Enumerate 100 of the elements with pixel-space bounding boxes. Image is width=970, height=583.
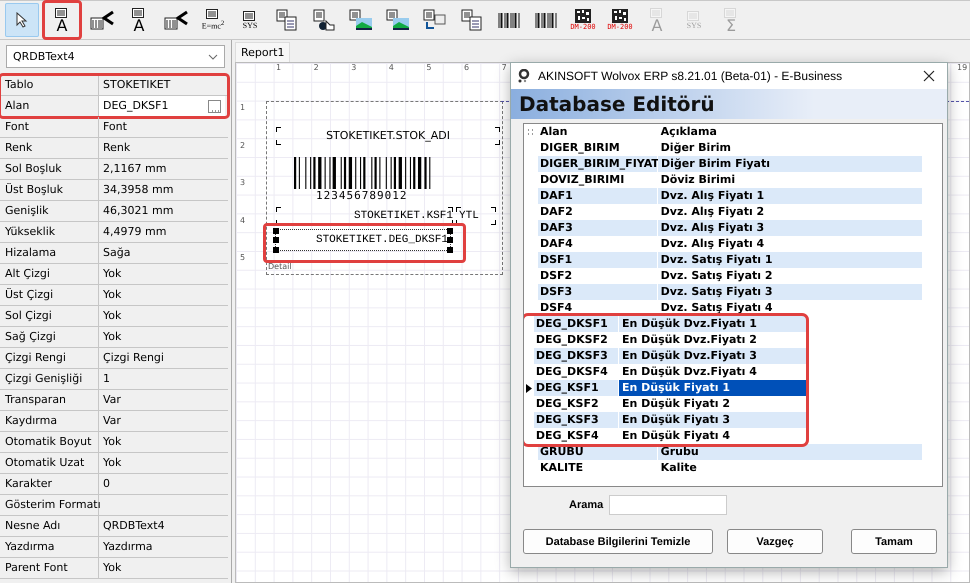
table-cell[interactable]: Dvz. Satış Fiyatı 1 <box>658 252 922 268</box>
documents-icon <box>276 9 298 31</box>
table-cell[interactable]: Dvz. Alış Fiyatı 4 <box>658 236 922 252</box>
ruler-number: 3 <box>351 63 358 74</box>
property-name: Otomatik Uzat <box>0 453 99 473</box>
table-cell[interactable]: En Düşük Dvz.Fiyatı 3 <box>619 348 806 364</box>
tool-button[interactable]: SYS <box>233 3 267 37</box>
table-cell[interactable]: Döviz Birimi <box>658 172 922 188</box>
ruler-number: 1 <box>276 63 282 74</box>
property-name: Alt Çizgi <box>0 264 99 284</box>
property-value: STOKETIKET <box>102 77 172 93</box>
column-header: Açıklama <box>660 124 718 140</box>
document-icon <box>243 10 257 20</box>
property-name: Üst Boşluk <box>0 180 99 200</box>
pointer-tool-button[interactable] <box>5 3 39 37</box>
table-cell[interactable]: Dvz. Alış Fiyatı 1 <box>658 188 922 204</box>
property-name: Font <box>0 117 99 137</box>
table-cell[interactable]: Kalite <box>658 460 922 476</box>
dialog-button[interactable]: Database Bilgilerini Temizle <box>523 529 713 554</box>
table-cell[interactable]: En Düşük Dvz.Fiyatı 2 <box>619 332 806 348</box>
property-value: Yok <box>102 455 122 471</box>
table-cell[interactable]: Dvz. Satış Fiyatı 3 <box>658 284 922 300</box>
table-cell[interactable]: Diğer Birim <box>658 140 922 156</box>
dialog-button[interactable]: Vazgeç <box>727 529 823 554</box>
barcode-icon <box>534 10 558 30</box>
tool-button[interactable]: E=mc$^{2}$ <box>196 3 230 37</box>
table-cell[interactable]: En Düşük Fiyatı 1 <box>619 380 806 396</box>
tool-button[interactable]: A <box>122 3 156 37</box>
table-cell[interactable]: Diğer Birim Fiyatı <box>658 156 922 172</box>
table-cell[interactable]: En Düşük Dvz.Fiyatı 1 <box>619 316 806 332</box>
tool-button[interactable]: A <box>42 0 82 40</box>
table-cell[interactable]: DSF1 <box>538 252 658 268</box>
property-name: Sol Boşluk <box>0 159 99 179</box>
chevron-down-icon <box>208 54 218 60</box>
object-dropdown[interactable]: QRDBText4 <box>6 45 225 68</box>
tool-caption: A <box>56 18 68 32</box>
table-cell[interactable]: DAF1 <box>538 188 658 204</box>
search-field[interactable] <box>609 495 728 515</box>
property-value: Yok <box>102 329 122 345</box>
column-header: Alan <box>538 124 658 140</box>
report-tab[interactable]: Report1 <box>235 42 290 62</box>
close-icon[interactable] <box>923 70 935 82</box>
bracket-table-icon <box>89 9 115 31</box>
property-value: Var <box>102 392 122 408</box>
document-icon <box>55 8 69 18</box>
documents-icon <box>461 9 483 31</box>
table-cell[interactable]: DEG_KSF3 <box>534 412 619 428</box>
property-value: Yok <box>102 308 122 324</box>
ruler-number: 4 <box>240 216 246 226</box>
table-cell[interactable]: DIGER_BIRIM_FIYAT <box>538 156 658 172</box>
property-value-field[interactable]: DEG_DKSF1 <box>99 96 225 116</box>
table-cell[interactable]: Dvz. Alış Fiyatı 2 <box>658 204 922 220</box>
property-name: Üst Çizgi <box>0 285 99 305</box>
matrix-code-icon <box>575 9 591 23</box>
table-cell[interactable]: En Düşük Dvz.Fiyatı 4 <box>619 364 806 380</box>
window-title: AKINSOFT Wolvox ERP s8.21.01 (Beta-01) - E-Business <box>538 69 842 83</box>
table-cell[interactable]: En Düşük Fiyatı 3 <box>619 412 806 428</box>
ruler-number: 4 <box>388 63 395 74</box>
property-name: Kaydırma <box>0 411 99 431</box>
property-name: Parent Font <box>0 558 99 578</box>
property-value: 4,4979 mm <box>102 224 168 240</box>
document-icon <box>724 8 738 18</box>
image-icon <box>386 9 410 31</box>
document-icon <box>687 10 701 20</box>
property-name: Gösterim Formatı <box>0 495 99 515</box>
table-cell[interactable]: DAF3 <box>538 220 658 236</box>
table-cell[interactable]: DEG_KSF4 <box>534 428 619 444</box>
table-cell[interactable]: Dvz. Alış Fiyatı 3 <box>658 220 922 236</box>
report-field[interactable]: STOKETIKET.STOK_ADI <box>276 127 500 145</box>
property-value: 1 <box>102 371 111 387</box>
table-cell[interactable]: En Düşük Fiyatı 4 <box>619 428 806 444</box>
barcode-icon <box>497 10 521 30</box>
property-name: Sol Çizgi <box>0 306 99 326</box>
table-cell[interactable]: KALITE <box>538 460 658 476</box>
ruler-number: 2 <box>240 140 246 152</box>
ellipsis-button[interactable] <box>208 100 221 112</box>
ruler-number: 6 <box>464 63 470 74</box>
table-cell[interactable]: DSF3 <box>538 284 658 300</box>
app-logo-icon <box>517 69 531 83</box>
bands-icon <box>423 9 447 31</box>
property-value: 46,3021 mm <box>102 203 174 219</box>
table-cell[interactable]: DEG_DKSF3 <box>534 348 619 364</box>
property-name: Tablo <box>0 75 99 95</box>
ruler-number: 5 <box>240 253 246 264</box>
table-cell[interactable]: Dvz. Satış Fiyatı 2 <box>658 268 922 284</box>
table-cell[interactable]: Dvz. Satış Fiyatı 4 <box>658 300 922 316</box>
dialog-button[interactable]: Tamam <box>851 529 937 554</box>
ellipsis-icon <box>210 108 218 112</box>
property-name: Sağ Çizgi <box>0 327 99 347</box>
pointer-icon <box>15 12 29 28</box>
table-cell[interactable]: DEG_DKSF1 <box>534 316 619 332</box>
property-value: Renk <box>102 140 132 156</box>
property-name: Çizgi Rengi <box>0 348 99 368</box>
report-field[interactable]: STOKETIKET.DEG_DKSF1 <box>276 230 450 250</box>
table-cell[interactable]: En Düşük Fiyatı 2 <box>619 396 806 412</box>
property-name: Nesne Adı <box>0 516 99 536</box>
table-cell[interactable]: DEG_KSF1 <box>534 380 619 396</box>
dialog-heading: Database Editörü <box>519 92 715 116</box>
report-field[interactable]: YTL <box>456 207 496 225</box>
band-label: Detail <box>268 262 292 271</box>
